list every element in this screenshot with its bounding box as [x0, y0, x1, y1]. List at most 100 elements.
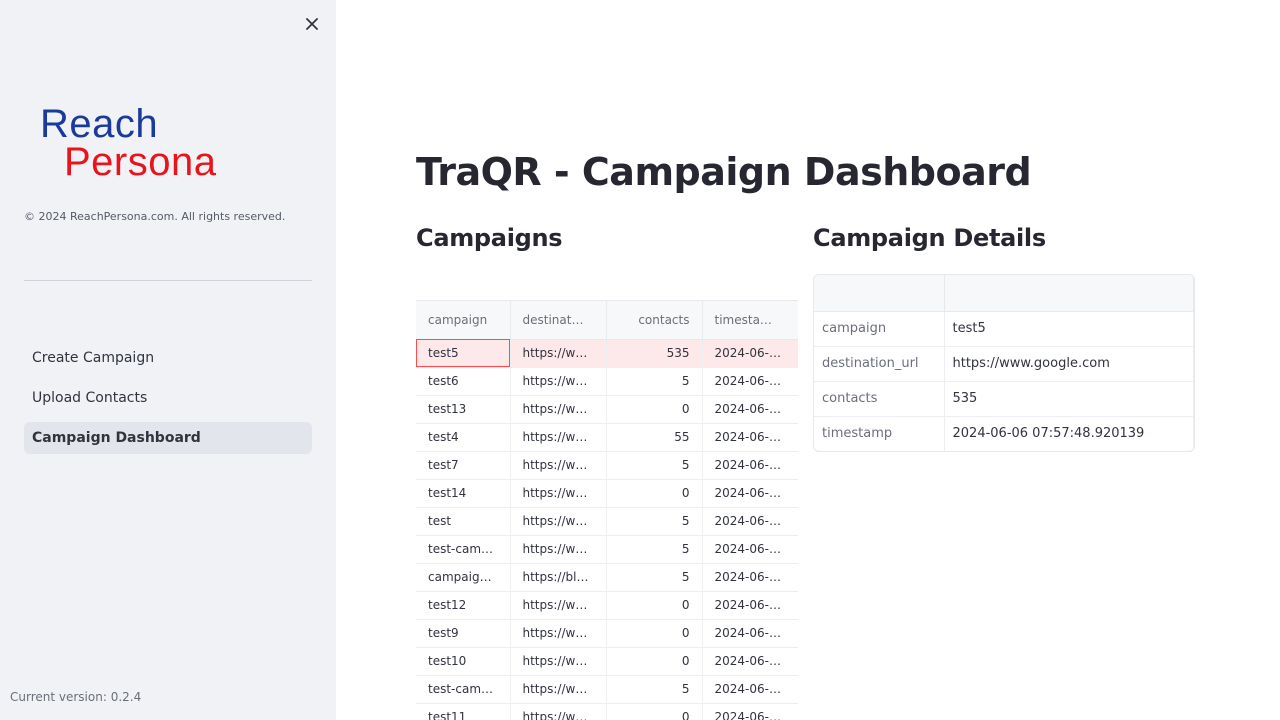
table-row[interactable]: test7 https://w… 5 2024-06-0… [416, 451, 798, 480]
cell-timestamp[interactable]: 2024-06-0… [702, 423, 798, 452]
details-value: 2024-06-06 07:57:48.920139 [944, 416, 1194, 451]
cell-timestamp[interactable]: 2024-06-0… [702, 675, 798, 704]
table-row[interactable]: test5 https://w… 535 2024-06-0… [416, 339, 798, 368]
cell-campaign[interactable]: test5 [416, 339, 511, 368]
cell-contacts[interactable]: 55 [606, 423, 703, 452]
details-row: contacts 535 [814, 381, 1194, 417]
cell-destination[interactable]: https://w… [510, 479, 607, 508]
cell-destination[interactable]: https://w… [510, 339, 607, 368]
table-header-row: campaign destinat… contacts timesta… [416, 301, 798, 340]
cell-timestamp[interactable]: 2024-06-0… [702, 703, 798, 720]
cell-timestamp[interactable]: 2024-06-0… [702, 339, 798, 368]
details-row: timestamp 2024-06-06 07:57:48.920139 [814, 416, 1194, 451]
cell-timestamp[interactable]: 2024-06-0… [702, 535, 798, 564]
details-row: campaign test5 [814, 311, 1194, 347]
table-row[interactable]: test11 https://w… 0 2024-06-0… [416, 703, 798, 720]
cell-contacts[interactable]: 0 [606, 619, 703, 648]
cell-timestamp[interactable]: 2024-06-1… [702, 479, 798, 508]
cell-destination[interactable]: https://w… [510, 675, 607, 704]
cell-contacts[interactable]: 5 [606, 367, 703, 396]
table-row[interactable]: test https://w… 5 2024-06-0… [416, 507, 798, 536]
campaign-details-table: campaign test5 destination_url https://www.… [813, 274, 1195, 452]
details-key: contacts [814, 381, 945, 417]
details-header-key [814, 275, 945, 312]
reachpersona-logo: Reach Persona [38, 104, 300, 184]
nav-item-create-campaign[interactable]: Create Campaign [24, 342, 312, 374]
logo-word-reach: Reach [40, 102, 159, 146]
table-row[interactable]: test4 https://w… 55 2024-06-0… [416, 423, 798, 452]
cell-timestamp[interactable]: 2024-06-0… [702, 395, 798, 424]
cell-destination[interactable]: https://w… [510, 591, 607, 620]
details-key: timestamp [814, 416, 945, 451]
cell-campaign[interactable]: test10 [416, 647, 511, 676]
version-text: Current version: 0.2.4 [10, 690, 142, 704]
column-header-destination[interactable]: destinat… [510, 301, 607, 340]
cell-destination[interactable]: https://w… [510, 535, 607, 564]
cell-campaign[interactable]: test-camp… [416, 675, 511, 704]
cell-contacts[interactable]: 0 [606, 647, 703, 676]
cell-contacts[interactable]: 0 [606, 703, 703, 720]
cell-campaign[interactable]: test6 [416, 367, 511, 396]
cell-destination[interactable]: https://w… [510, 507, 607, 536]
table-row[interactable]: test9 https://w… 0 2024-06-0… [416, 619, 798, 648]
cell-timestamp[interactable]: 2024-06-0… [702, 367, 798, 396]
cell-timestamp[interactable]: 2024-06-0… [702, 647, 798, 676]
table-row[interactable]: test14 https://w… 0 2024-06-1… [416, 479, 798, 508]
cell-campaign[interactable]: test11 [416, 703, 511, 720]
cell-contacts[interactable]: 5 [606, 507, 703, 536]
table-row[interactable]: test-camp… https://w… 5 2024-06-0… [416, 675, 798, 704]
cell-campaign[interactable]: test-camp… [416, 535, 511, 564]
cell-contacts[interactable]: 5 [606, 675, 703, 704]
cell-contacts[interactable]: 0 [606, 479, 703, 508]
nav-item-campaign-dashboard[interactable]: Campaign Dashboard [24, 422, 312, 454]
details-value: 535 [944, 381, 1194, 417]
cell-contacts[interactable]: 535 [606, 339, 703, 368]
cell-campaign[interactable]: test13 [416, 395, 511, 424]
details-row: destination_url https://www.google.com [814, 346, 1194, 382]
cell-destination[interactable]: https://w… [510, 619, 607, 648]
cell-contacts[interactable]: 5 [606, 535, 703, 564]
close-sidebar-button[interactable] [302, 14, 322, 34]
details-header-value [944, 275, 1194, 312]
cell-campaign[interactable]: test [416, 507, 511, 536]
table-row[interactable]: campaign… https://bl… 5 2024-06-0… [416, 563, 798, 592]
copyright-text: © 2024 ReachPersona.com. All rights rese… [24, 210, 286, 223]
table-row[interactable]: test6 https://w… 5 2024-06-0… [416, 367, 798, 396]
cell-destination[interactable]: https://w… [510, 647, 607, 676]
cell-contacts[interactable]: 0 [606, 395, 703, 424]
campaign-details-heading: Campaign Details [813, 224, 1046, 252]
cell-destination[interactable]: https://w… [510, 423, 607, 452]
cell-destination[interactable]: https://w… [510, 703, 607, 720]
cell-destination[interactable]: https://bl… [510, 563, 607, 592]
cell-timestamp[interactable]: 2024-06-0… [702, 619, 798, 648]
cell-timestamp[interactable]: 2024-06-0… [702, 451, 798, 480]
cell-contacts[interactable]: 5 [606, 451, 703, 480]
cell-campaign[interactable]: test7 [416, 451, 511, 480]
column-header-timestamp[interactable]: timesta… [702, 301, 798, 340]
cell-campaign[interactable]: test12 [416, 591, 511, 620]
cell-campaign[interactable]: test9 [416, 619, 511, 648]
table-row[interactable]: test-camp… https://w… 5 2024-06-0… [416, 535, 798, 564]
cell-timestamp[interactable]: 2024-06-0… [702, 563, 798, 592]
table-row[interactable]: test12 https://w… 0 2024-06-0… [416, 591, 798, 620]
campaigns-table[interactable]: campaign destinat… contacts timesta… tes… [416, 300, 798, 720]
cell-campaign[interactable]: test4 [416, 423, 511, 452]
cell-timestamp[interactable]: 2024-06-0… [702, 591, 798, 620]
cell-contacts[interactable]: 5 [606, 563, 703, 592]
column-header-contacts[interactable]: contacts [606, 301, 703, 340]
cell-timestamp[interactable]: 2024-06-0… [702, 507, 798, 536]
details-value: test5 [944, 311, 1194, 347]
cell-contacts[interactable]: 0 [606, 591, 703, 620]
sidebar: Reach Persona © 2024 ReachPersona.com. A… [0, 0, 336, 720]
cell-destination[interactable]: https://w… [510, 451, 607, 480]
table-row[interactable]: test10 https://w… 0 2024-06-0… [416, 647, 798, 676]
table-row[interactable]: test13 https://w… 0 2024-06-0… [416, 395, 798, 424]
cell-campaign[interactable]: test14 [416, 479, 511, 508]
cell-campaign[interactable]: campaign… [416, 563, 511, 592]
logo-word-persona: Persona [64, 140, 217, 184]
column-header-campaign[interactable]: campaign [416, 301, 511, 340]
cell-destination[interactable]: https://w… [510, 367, 607, 396]
cell-destination[interactable]: https://w… [510, 395, 607, 424]
nav-item-upload-contacts[interactable]: Upload Contacts [24, 382, 312, 414]
details-header-row [814, 275, 1194, 312]
